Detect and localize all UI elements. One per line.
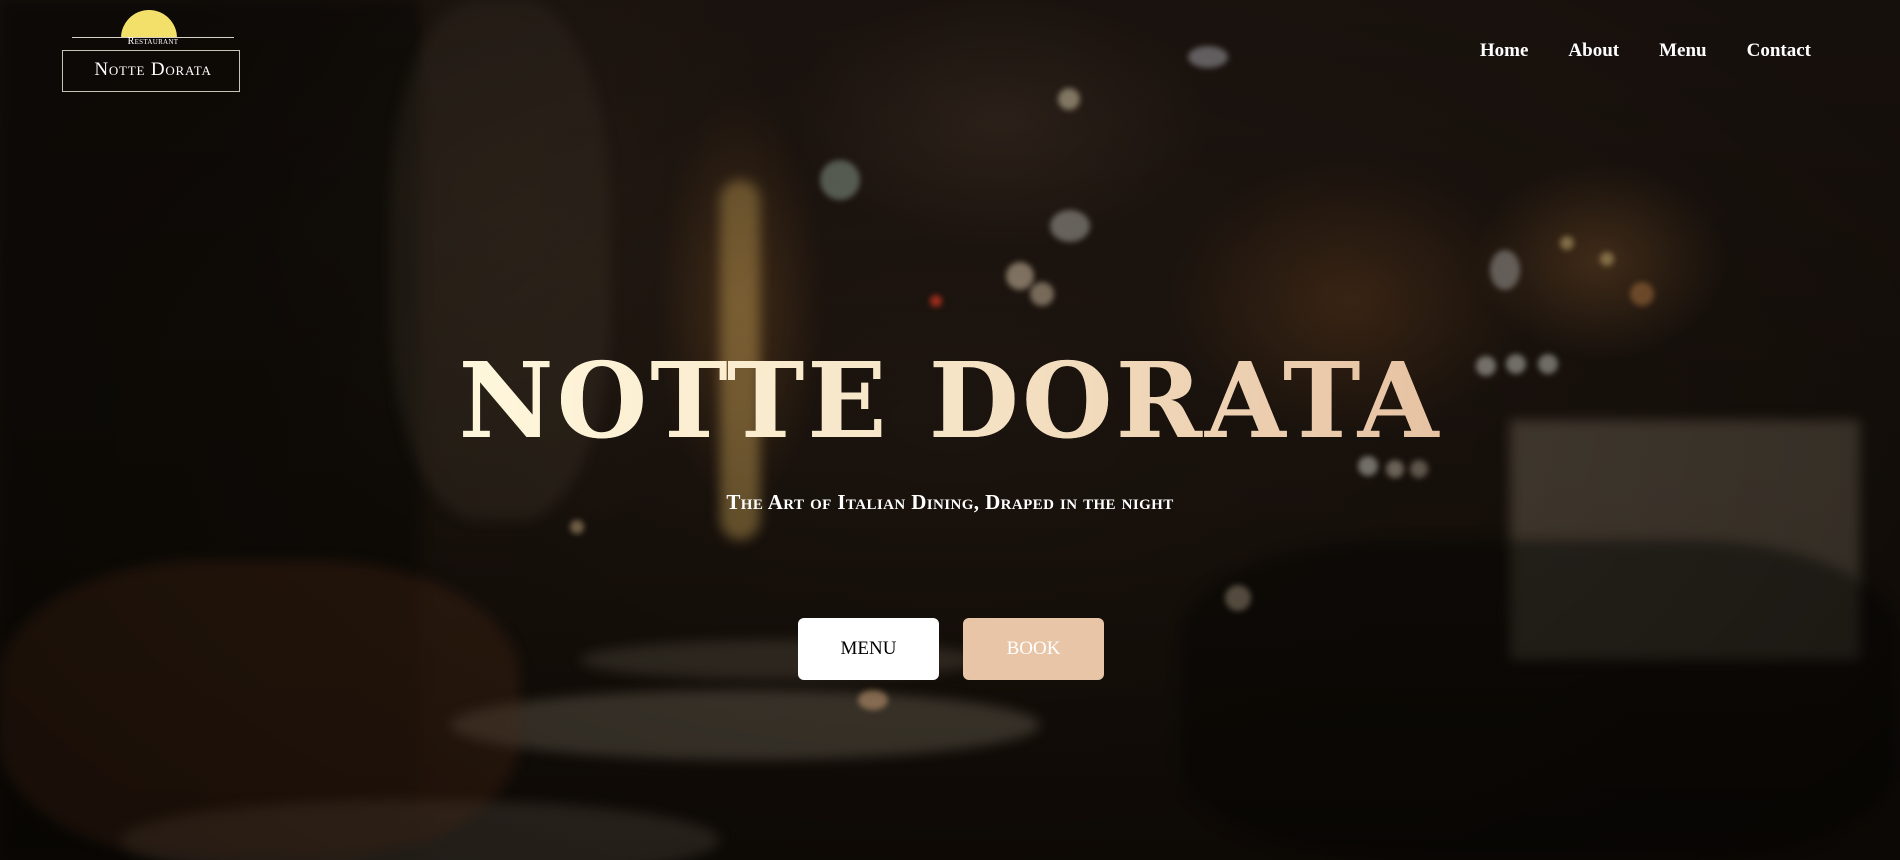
main-nav: Home About Menu Contact	[1480, 40, 1811, 62]
nav-link-home[interactable]: Home	[1480, 40, 1529, 62]
hero-buttons: MENU BOOK	[798, 618, 1104, 680]
sun-icon	[121, 10, 177, 38]
logo-tagline: Restaurant	[127, 36, 179, 47]
book-button[interactable]: BOOK	[963, 618, 1104, 680]
logo-name: Notte Dorata	[94, 59, 212, 80]
hero-title-text: NOTTE DORATA	[458, 339, 1442, 462]
nav-link-menu[interactable]: Menu	[1659, 40, 1707, 62]
hero-title: NOTTE DORATA	[0, 346, 1900, 456]
hero-subtitle: The Art of Italian Dining, Draped in the…	[726, 490, 1174, 514]
landing-page: Restaurant Notte Dorata Home About Menu …	[0, 0, 1900, 860]
nav-link-contact[interactable]: Contact	[1747, 40, 1811, 62]
menu-button[interactable]: MENU	[798, 618, 939, 680]
logo[interactable]: Restaurant Notte Dorata	[62, 10, 244, 95]
nav-link-about[interactable]: About	[1568, 40, 1619, 62]
